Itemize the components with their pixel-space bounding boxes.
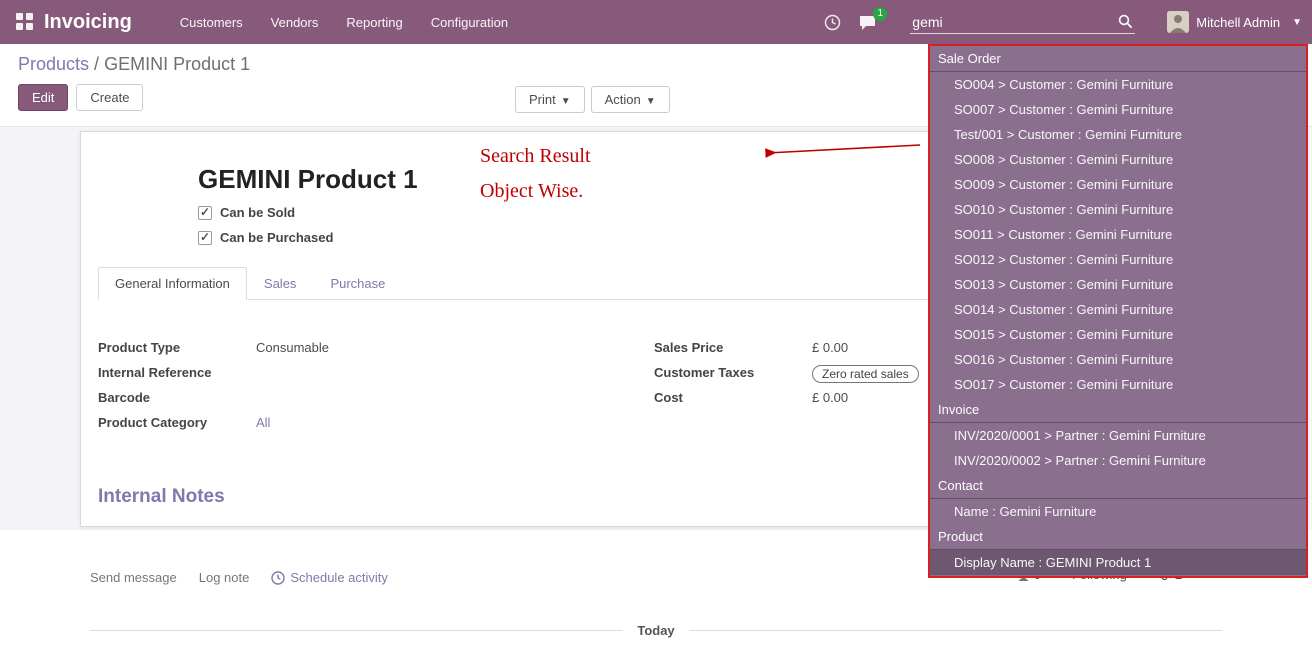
group-header-contact: Contact <box>930 473 1306 499</box>
systray: 1 Mitchell Admin ▼ <box>824 11 1302 34</box>
print-dropdown-button[interactable]: Print▼ <box>515 86 585 113</box>
chevron-down-icon: ▼ <box>561 96 571 107</box>
search-result-item[interactable]: SO015 > Customer : Gemini Furniture <box>930 322 1306 347</box>
can-be-sold-checkbox[interactable] <box>198 206 212 220</box>
can-be-purchased-checkbox[interactable] <box>198 231 212 245</box>
field-product-category: Product Category All <box>98 415 654 435</box>
send-message-link[interactable]: Send message <box>90 570 177 585</box>
user-name: Mitchell Admin <box>1196 15 1280 30</box>
can-be-sold-label: Can be Sold <box>220 205 295 220</box>
user-avatar <box>1167 11 1189 33</box>
activities-clock-icon[interactable] <box>824 14 841 31</box>
menu-reporting[interactable]: Reporting <box>346 15 402 30</box>
message-count-badge: 1 <box>873 7 887 21</box>
search-result-item[interactable]: SO017 > Customer : Gemini Furniture <box>930 372 1306 397</box>
global-search <box>910 11 1135 34</box>
field-internal-reference: Internal Reference <box>98 365 654 385</box>
messages-icon[interactable]: 1 <box>859 14 878 31</box>
group-header-invoice: Invoice <box>930 397 1306 423</box>
search-result-item[interactable]: SO016 > Customer : Gemini Furniture <box>930 347 1306 372</box>
menu-configuration[interactable]: Configuration <box>431 15 508 30</box>
search-result-item[interactable]: SO013 > Customer : Gemini Furniture <box>930 272 1306 297</box>
menu-customers[interactable]: Customers <box>180 15 243 30</box>
app-title[interactable]: Invoicing <box>44 11 132 34</box>
search-result-item[interactable]: SO008 > Customer : Gemini Furniture <box>930 147 1306 172</box>
field-barcode: Barcode <box>98 390 654 410</box>
search-result-item[interactable]: INV/2020/0002 > Partner : Gemini Furnitu… <box>930 448 1306 473</box>
search-result-item[interactable]: SO004 > Customer : Gemini Furniture <box>930 72 1306 97</box>
chevron-down-icon: ▼ <box>646 96 656 107</box>
search-result-item-active[interactable]: Display Name : GEMINI Product 1 <box>930 550 1306 575</box>
menu-vendors[interactable]: Vendors <box>271 15 319 30</box>
search-result-item[interactable]: SO012 > Customer : Gemini Furniture <box>930 247 1306 272</box>
search-result-item[interactable]: SO009 > Customer : Gemini Furniture <box>930 172 1306 197</box>
search-result-item[interactable]: SO011 > Customer : Gemini Furniture <box>930 222 1306 247</box>
top-navbar: Invoicing Customers Vendors Reporting Co… <box>0 0 1312 44</box>
tab-general-information[interactable]: General Information <box>98 267 247 300</box>
product-category-link[interactable]: All <box>256 415 270 430</box>
breadcrumb-products[interactable]: Products <box>18 54 89 74</box>
group-header-product: Product <box>930 524 1306 550</box>
action-dropdown-button[interactable]: Action▼ <box>591 86 670 113</box>
schedule-activity-link[interactable]: Schedule activity <box>271 570 388 585</box>
search-icon[interactable] <box>1118 14 1133 34</box>
global-search-input[interactable] <box>910 11 1135 34</box>
clock-icon <box>271 571 285 585</box>
tab-purchase[interactable]: Purchase <box>313 267 402 300</box>
create-button[interactable]: Create <box>76 84 143 111</box>
tax-tag[interactable]: Zero rated sales <box>812 365 919 383</box>
date-divider: Today <box>90 623 1222 638</box>
edit-button[interactable]: Edit <box>18 84 68 111</box>
chevron-down-icon: ▼ <box>1292 17 1302 28</box>
search-result-item[interactable]: Test/001 > Customer : Gemini Furniture <box>930 122 1306 147</box>
tab-sales[interactable]: Sales <box>247 267 314 300</box>
annotation-text-2: Object Wise. <box>480 180 583 203</box>
breadcrumb-current: GEMINI Product 1 <box>104 54 250 74</box>
annotation-text-1: Search Result <box>480 145 591 168</box>
search-result-item[interactable]: SO014 > Customer : Gemini Furniture <box>930 297 1306 322</box>
search-results-dropdown: Sale Order SO004 > Customer : Gemini Fur… <box>928 44 1308 578</box>
search-result-item[interactable]: SO010 > Customer : Gemini Furniture <box>930 197 1306 222</box>
can-be-purchased-label: Can be Purchased <box>220 230 333 245</box>
log-note-link[interactable]: Log note <box>199 570 250 585</box>
annotation-arrow <box>675 137 925 163</box>
search-result-item[interactable]: Name : Gemini Furniture <box>930 499 1306 524</box>
group-header-sale-order: Sale Order <box>930 46 1306 72</box>
search-result-item[interactable]: SO007 > Customer : Gemini Furniture <box>930 97 1306 122</box>
apps-menu-icon[interactable] <box>16 13 34 31</box>
search-result-item[interactable]: INV/2020/0001 > Partner : Gemini Furnitu… <box>930 423 1306 448</box>
field-product-type: Product Type Consumable <box>98 340 654 360</box>
user-menu[interactable]: Mitchell Admin ▼ <box>1167 11 1302 33</box>
